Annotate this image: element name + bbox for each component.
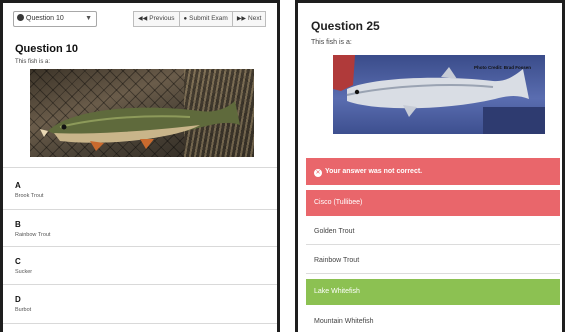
divider xyxy=(3,209,277,210)
next-button[interactable]: ▶▶ Next xyxy=(232,11,267,27)
answer-letter: D xyxy=(15,295,21,304)
previous-button[interactable]: ◀◀ Previous xyxy=(133,11,180,27)
question-select[interactable]: Question 10 ▼ xyxy=(13,11,97,27)
option-mountain-whitefish[interactable]: Mountain Whitefish xyxy=(306,309,560,332)
question-title: Question 10 xyxy=(15,43,78,55)
exam-question-panel: Question 10 ▼ ◀◀ Previous ● Submit Exam ▶▶… xyxy=(0,0,280,332)
question-prompt: This fish is a: xyxy=(15,59,51,65)
check-circle-icon: ● xyxy=(183,16,188,22)
whitefish-photo: Photo Credit: Brad Fossen xyxy=(333,55,545,134)
chevron-down-icon: ▼ xyxy=(85,15,92,22)
previous-label: Previous xyxy=(149,15,175,22)
answer-text: Brook Trout xyxy=(15,193,44,199)
error-circle-icon: ✕ xyxy=(314,169,322,177)
exam-toolbar: Question 10 ▼ ◀◀ Previous ● Submit Exam ▶▶… xyxy=(7,8,275,28)
answer-option-d[interactable]: D Burbot xyxy=(15,295,31,313)
answer-text: Burbot xyxy=(15,307,32,313)
divider xyxy=(3,284,277,285)
submit-exam-button[interactable]: ● Submit Exam xyxy=(179,11,233,27)
answer-letter: A xyxy=(15,181,21,190)
divider xyxy=(3,167,277,168)
forward-icon: ▶▶ xyxy=(236,16,247,22)
answer-text: Rainbow Trout xyxy=(15,232,51,238)
question-title: Question 25 xyxy=(311,19,380,33)
answer-letter: C xyxy=(15,257,21,266)
option-cisco[interactable]: Cisco (Tullibee) xyxy=(306,190,560,216)
answer-letter: B xyxy=(15,220,21,229)
option-rainbow-trout[interactable]: Rainbow Trout xyxy=(306,248,560,274)
next-label: Next xyxy=(248,15,262,22)
graded-question-panel: Question 25 This fish is a: Photo Credit… xyxy=(295,0,565,332)
backward-icon: ◀◀ xyxy=(138,16,148,22)
question-select-value: Question 10 xyxy=(26,15,64,22)
answer-option-b[interactable]: B Rainbow Trout xyxy=(15,220,50,238)
divider xyxy=(3,323,277,324)
option-golden-trout[interactable]: Golden Trout xyxy=(306,219,560,245)
answer-option-a[interactable]: A Brook Trout xyxy=(15,181,43,199)
answer-text: Sucker xyxy=(15,269,33,275)
brook-trout-photo xyxy=(30,69,254,157)
incorrect-feedback-banner: ✕ Your answer was not correct. xyxy=(306,158,560,185)
answer-option-c[interactable]: C Sucker xyxy=(15,257,32,275)
feedback-text: Your answer was not correct. xyxy=(325,168,423,175)
question-prompt: This fish is a: xyxy=(311,39,352,46)
submit-label: Submit Exam xyxy=(189,15,228,22)
question-circle-icon xyxy=(17,14,24,21)
option-lake-whitefish[interactable]: Lake Whitefish xyxy=(306,279,560,305)
divider xyxy=(3,246,277,247)
fish-illustration xyxy=(40,101,240,151)
navigation-button-group: ◀◀ Previous ● Submit Exam ▶▶ Next xyxy=(133,11,267,27)
photo-credit: Photo Credit: Brad Fossen xyxy=(473,65,531,70)
